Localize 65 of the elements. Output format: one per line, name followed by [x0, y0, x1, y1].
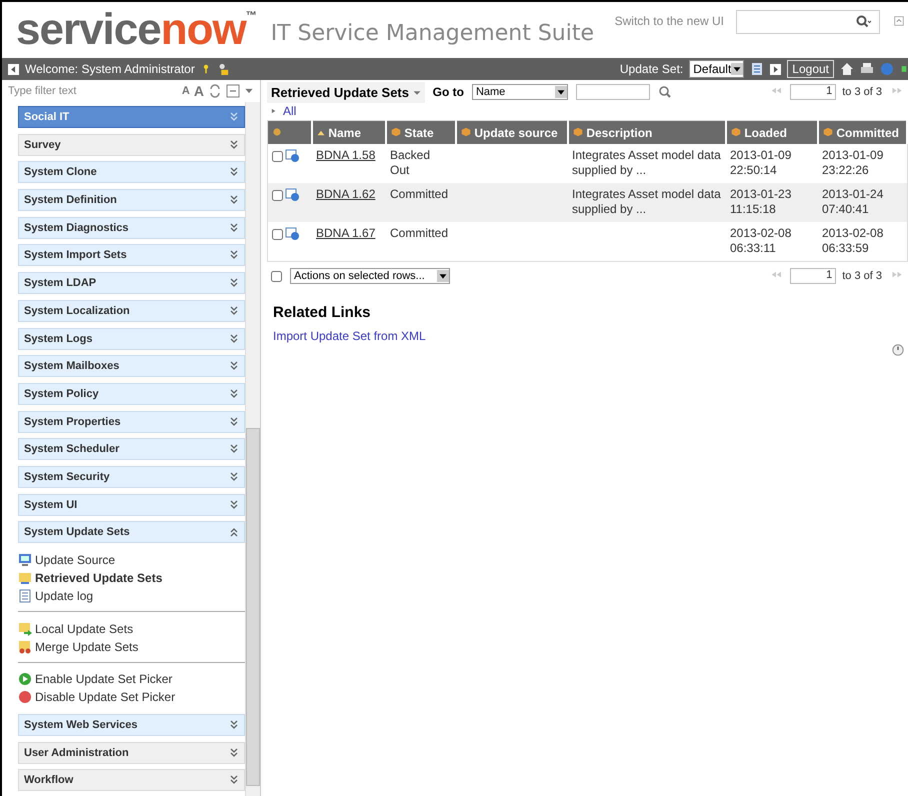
record-link[interactable]: BDNA 1.58 [316, 148, 376, 162]
table-cell-text: 2013-02-08 06:33:11 [730, 226, 792, 255]
record-link[interactable]: BDNA 1.67 [316, 226, 376, 240]
menu-section[interactable]: System Update Sets [18, 521, 245, 544]
menu-section[interactable]: System LDAP [18, 272, 245, 294]
table-cell-text: 2013-01-24 07:40:41 [822, 187, 884, 216]
menu-module[interactable]: Enable Update Set Picker [18, 670, 245, 688]
font-smaller-button[interactable]: A [182, 85, 190, 97]
update-set-select[interactable]: Default [689, 60, 744, 78]
menu-section[interactable]: System Clone [18, 161, 245, 184]
column-header[interactable]: Description [568, 120, 726, 144]
table-cell-text: Integrates Asset model data supplied by ... [572, 148, 721, 177]
menu-section[interactable]: Workflow [18, 769, 245, 792]
update-set-label: Update Set: [620, 62, 684, 76]
menu-section[interactable]: System Definition [18, 189, 245, 212]
actions-select[interactable]: Actions on selected rows... [290, 268, 450, 284]
goto-label: Go to [432, 85, 464, 99]
menu-section[interactable]: System Logs [18, 328, 245, 350]
column-header[interactable]: State [386, 120, 456, 144]
welcome-text: Welcome: System Administrator [25, 62, 195, 76]
font-larger-button[interactable]: A [194, 83, 204, 99]
menu-section[interactable]: System Localization [18, 300, 245, 322]
servicenow-logo: servicenow™ [16, 8, 257, 52]
menu-module[interactable]: Update Source [18, 551, 245, 569]
table-cell-text: Integrates Asset model data supplied by ... [572, 187, 721, 216]
menu-section[interactable]: System Security [18, 466, 245, 488]
table-cell-text: 2013-01-09 22:50:14 [730, 148, 792, 177]
page-range-text: to 3 of 3 [842, 86, 882, 98]
switch-ui-link[interactable]: Switch to the new UI [614, 14, 724, 28]
record-link[interactable]: BDNA 1.62 [316, 187, 376, 201]
table-cell-text: Committed [390, 187, 448, 201]
menu-section[interactable]: Survey [18, 134, 245, 156]
table-cell-text: Backed Out [390, 148, 430, 177]
column-header[interactable]: Loaded [726, 120, 818, 144]
column-header[interactable]: Update source [456, 120, 568, 144]
menu-section[interactable]: System Properties [18, 410, 245, 433]
column-header[interactable]: Name [312, 120, 386, 144]
menu-section[interactable]: System Diagnostics [18, 216, 245, 239]
menu-section[interactable]: System Policy [18, 382, 245, 405]
menu-section[interactable]: System Web Services [18, 714, 245, 736]
page-number-field[interactable]: 1 [790, 268, 836, 284]
menu-section[interactable]: System UI [18, 494, 245, 516]
menu-module[interactable]: Update log [18, 587, 245, 605]
menu-section[interactable]: User Administration [18, 742, 245, 764]
menu-section[interactable]: System Import Sets [18, 244, 245, 266]
breadcrumb-link[interactable]: All [279, 104, 296, 118]
menu-module[interactable]: Merge Update Sets [18, 638, 245, 656]
table-cell-text: 2013-01-23 11:15:18 [730, 187, 792, 216]
table-cell-text: 2013-01-09 23:22:26 [822, 148, 884, 177]
table-cell-text: 2013-02-08 06:33:59 [822, 226, 884, 255]
logout-button[interactable]: Logout [787, 60, 834, 78]
menu-section[interactable]: System Scheduler [18, 438, 245, 460]
page-range-text: to 3 of 3 [842, 270, 882, 282]
table-cell-text: Committed [390, 226, 448, 240]
page-number-field[interactable]: 1 [790, 84, 836, 100]
goto-field-select[interactable]: Name [472, 84, 568, 100]
column-header[interactable]: Committed [818, 120, 907, 144]
menu-module[interactable]: Local Update Sets [18, 620, 245, 638]
menu-module[interactable]: Retrieved Update Sets [18, 569, 245, 587]
menu-module[interactable]: Disable Update Set Picker [18, 688, 245, 706]
related-links-title: Related Links [272, 303, 372, 323]
list-title[interactable]: Retrieved Update Sets [267, 82, 425, 102]
related-link[interactable]: Import Update Set from XML [267, 329, 908, 343]
suite-title: IT Service Management Suite [270, 20, 594, 46]
menu-section[interactable]: System Mailboxes [18, 355, 245, 378]
